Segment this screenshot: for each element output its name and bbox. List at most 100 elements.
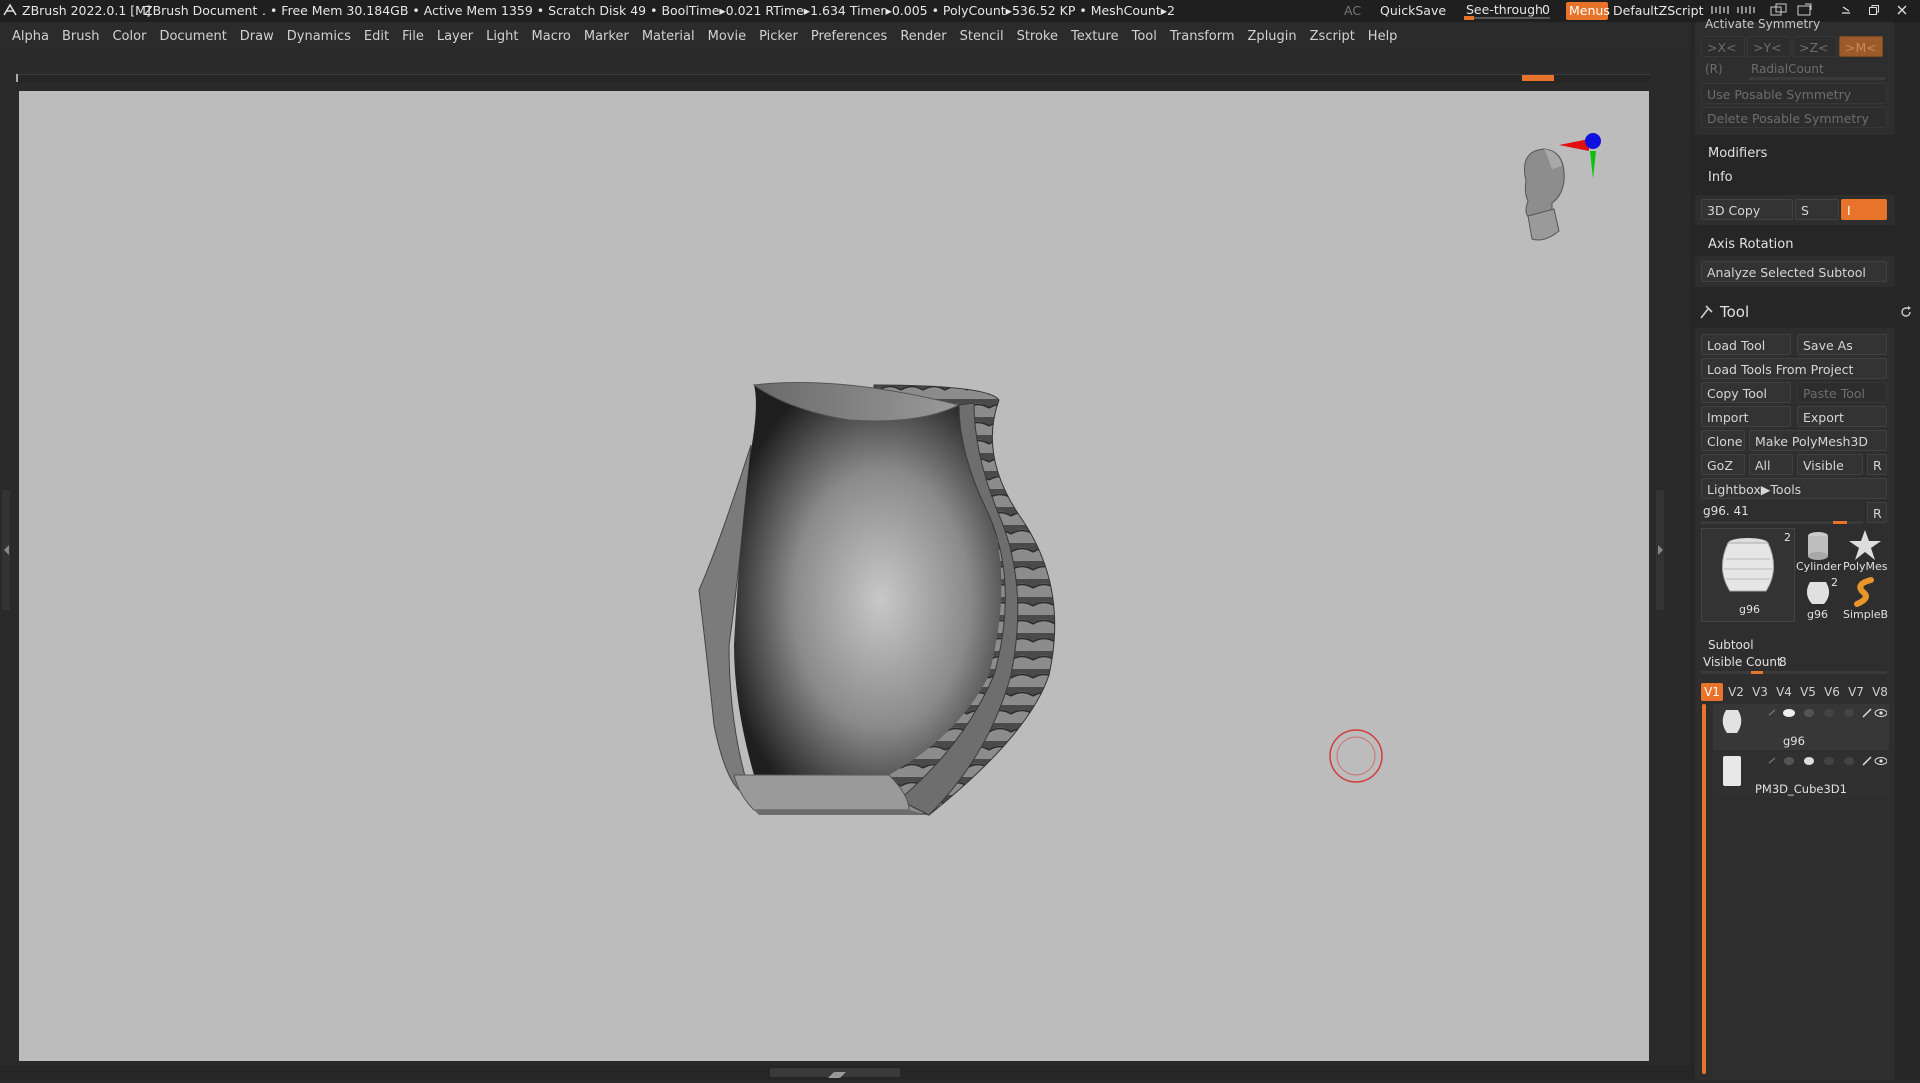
sym-z-button[interactable]: >Z< <box>1793 36 1837 57</box>
tool-thumb-polymesh[interactable]: PolyMes <box>1841 528 1889 574</box>
radial-count-track[interactable] <box>1749 77 1885 80</box>
current-tool-r-button[interactable]: R <box>1867 502 1887 523</box>
tool-thumb-simpleb[interactable]: SimpleB <box>1841 576 1889 622</box>
menu-layer[interactable]: Layer <box>437 29 473 44</box>
lightbox-tools-button[interactable]: Lightbox▶Tools <box>1701 478 1887 499</box>
ac-label[interactable]: AC <box>1344 3 1361 18</box>
menu-macro[interactable]: Macro <box>532 29 571 44</box>
reset-icon[interactable] <box>1900 306 1912 318</box>
subtool-row[interactable]: PM3D_Cube3D1 <box>1713 752 1889 798</box>
share-icon[interactable] <box>1796 3 1814 17</box>
use-posable-symmetry-button[interactable]: Use Posable Symmetry <box>1701 83 1887 104</box>
goz-all-button[interactable]: All <box>1749 454 1793 475</box>
tool-thumb-cylinder[interactable]: Cylinder <box>1795 528 1842 574</box>
windows-icon[interactable] <box>1770 3 1788 17</box>
subtool-header[interactable]: Subtool <box>1708 638 1754 652</box>
menu-draw[interactable]: Draw <box>240 29 274 44</box>
info-header[interactable]: Info <box>1708 170 1733 185</box>
s-button[interactable]: S <box>1795 199 1839 220</box>
menu-color[interactable]: Color <box>112 29 146 44</box>
menu-preferences[interactable]: Preferences <box>811 29 887 44</box>
analyze-subtool-button[interactable]: Analyze Selected Subtool <box>1701 261 1887 282</box>
subtool-row[interactable]: g96 <box>1713 704 1889 750</box>
menu-zscript[interactable]: Zscript <box>1310 29 1355 44</box>
document-title[interactable]: ZBrush Document <box>144 3 257 18</box>
menu-stroke[interactable]: Stroke <box>1017 29 1058 44</box>
menu-light[interactable]: Light <box>486 29 518 44</box>
i-button[interactable]: I <box>1841 199 1887 220</box>
panel-toggle-icon[interactable] <box>1736 4 1756 16</box>
paste-tool-button[interactable]: Paste Tool <box>1797 382 1887 403</box>
ruler-start-tick <box>16 74 18 82</box>
menu-material[interactable]: Material <box>642 29 695 44</box>
sym-x-button[interactable]: >X< <box>1701 36 1745 57</box>
menu-texture[interactable]: Texture <box>1071 29 1119 44</box>
current-tool-slider[interactable]: g96. 41 <box>1703 504 1749 518</box>
right-tray-handle[interactable] <box>1656 490 1664 610</box>
visibility-set-v2[interactable]: V2 <box>1725 683 1747 701</box>
load-tools-from-project-button[interactable]: Load Tools From Project <box>1701 358 1887 379</box>
menu-edit[interactable]: Edit <box>364 29 389 44</box>
timeline-ruler[interactable] <box>16 74 1650 83</box>
menu-alpha[interactable]: Alpha <box>12 29 49 44</box>
see-through-slider[interactable]: See-through 0 <box>1460 1 1554 21</box>
load-tool-button[interactable]: Load Tool <box>1701 334 1791 355</box>
menu-marker[interactable]: Marker <box>584 29 629 44</box>
default-zscript[interactable]: DefaultZScript <box>1613 3 1704 18</box>
tool-title[interactable]: Tool <box>1720 303 1749 321</box>
memory-stats: . • Free Mem 30.184GB • Active Mem 1359 … <box>262 3 1175 18</box>
sym-y-button[interactable]: >Y< <box>1747 36 1791 57</box>
left-tray-handle[interactable] <box>2 490 10 610</box>
activate-symmetry-label[interactable]: Activate Symmetry <box>1705 17 1820 31</box>
minimize-icon[interactable] <box>1840 4 1852 16</box>
sym-m-button[interactable]: >M< <box>1839 36 1883 57</box>
save-as-button[interactable]: Save As <box>1797 334 1887 355</box>
radial-count-label[interactable]: RadialCount <box>1751 62 1824 76</box>
export-button[interactable]: Export <box>1797 406 1887 427</box>
3d-copy-button[interactable]: 3D Copy <box>1701 199 1793 220</box>
quicksave-button[interactable]: QuickSave <box>1380 3 1446 18</box>
menu-document[interactable]: Document <box>159 29 226 44</box>
visibility-set-v5[interactable]: V5 <box>1797 683 1819 701</box>
menu-tool[interactable]: Tool <box>1132 29 1157 44</box>
menu-help[interactable]: Help <box>1368 29 1398 44</box>
visibility-set-v6[interactable]: V6 <box>1821 683 1843 701</box>
goz-button[interactable]: GoZ <box>1701 454 1745 475</box>
visibility-set-v3[interactable]: V3 <box>1749 683 1771 701</box>
menu-brush[interactable]: Brush <box>62 29 100 44</box>
import-button[interactable]: Import <box>1701 406 1791 427</box>
menu-stencil[interactable]: Stencil <box>960 29 1004 44</box>
delete-posable-symmetry-button[interactable]: Delete Posable Symmetry <box>1701 107 1887 128</box>
visible-count-slider[interactable]: Visible Count 8 <box>1701 655 1887 674</box>
visibility-set-v1[interactable]: V1 <box>1701 683 1723 701</box>
goz-r-button[interactable]: R <box>1867 454 1887 475</box>
menus-toggle[interactable]: Menus <box>1566 2 1610 20</box>
menu-render[interactable]: Render <box>900 29 946 44</box>
menu-movie[interactable]: Movie <box>708 29 746 44</box>
visibility-set-v4[interactable]: V4 <box>1773 683 1795 701</box>
ruler-marker[interactable] <box>1522 75 1554 81</box>
copy-tool-button[interactable]: Copy Tool <box>1701 382 1791 403</box>
menu-dynamics[interactable]: Dynamics <box>287 29 351 44</box>
modifiers-header[interactable]: Modifiers <box>1708 146 1767 161</box>
clone-button[interactable]: Clone <box>1701 430 1745 451</box>
viewport-canvas[interactable] <box>19 91 1649 1061</box>
menu-picker[interactable]: Picker <box>759 29 798 44</box>
menu-transform[interactable]: Transform <box>1170 29 1235 44</box>
maximize-icon[interactable] <box>1868 4 1880 16</box>
visibility-set-v7[interactable]: V7 <box>1845 683 1867 701</box>
make-polymesh3d-button[interactable]: Make PolyMesh3D <box>1749 430 1887 451</box>
tool-thumb-g96-small[interactable]: 2 g96 <box>1795 576 1841 622</box>
sym-r-label[interactable]: (R) <box>1705 62 1723 76</box>
orientation-head-gizmo[interactable] <box>1504 121 1624 251</box>
visibility-set-v8[interactable]: V8 <box>1869 683 1891 701</box>
layout-toggle-icon[interactable] <box>1710 4 1730 16</box>
tool-thumb-main[interactable]: 2 g96 <box>1701 528 1795 622</box>
subtool-scrollbar[interactable] <box>1702 704 1706 1074</box>
bottom-tray-handle[interactable] <box>770 1068 900 1078</box>
axis-rotation-header[interactable]: Axis Rotation <box>1708 237 1793 252</box>
menu-zplugin[interactable]: Zplugin <box>1248 29 1297 44</box>
goz-visible-button[interactable]: Visible <box>1797 454 1863 475</box>
menu-file[interactable]: File <box>402 29 424 44</box>
close-icon[interactable] <box>1896 4 1908 16</box>
